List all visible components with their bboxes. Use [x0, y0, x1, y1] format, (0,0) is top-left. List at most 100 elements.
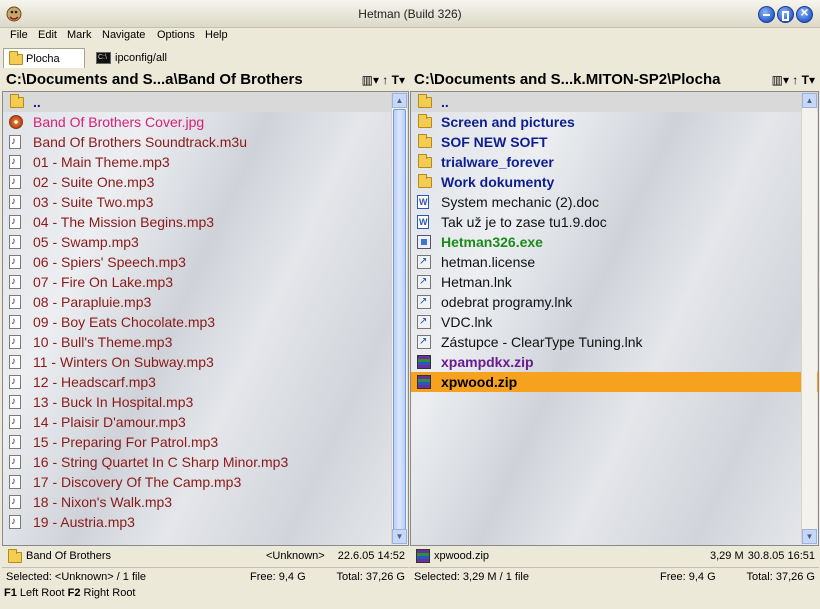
file-row[interactable]: 15 - Preparing For Patrol.mp3 [3, 432, 408, 452]
f2-shortcut[interactable]: F2 Right Root [68, 587, 136, 599]
file-name: Screen and pictures [441, 114, 575, 130]
left-file-list[interactable]: .. Band Of Brothers Cover.jpg Band Of Brot… [2, 91, 409, 546]
file-row[interactable]: Hetman.lnk [411, 272, 818, 292]
file-name: 14 - Plaisir D'amour.mp3 [33, 414, 186, 430]
close-button[interactable] [796, 4, 813, 23]
audio-file-icon [9, 272, 21, 292]
right-info-name: xpwood.zip [434, 550, 490, 562]
left-path[interactable]: C:\Documents and S...a\Band Of Brothers [6, 71, 303, 88]
file-row[interactable]: 02 - Suite One.mp3 [3, 172, 408, 192]
menu-help[interactable]: Help [205, 29, 228, 41]
file-row[interactable]: System mechanic (2).doc [411, 192, 818, 212]
audio-file-icon [9, 352, 21, 372]
file-row[interactable]: xpwood.zip [411, 372, 818, 392]
right-file-list[interactable]: .. Screen and pictures SOF NEW SOFT trialwa… [410, 91, 819, 546]
tab-label: ipconfig/all [115, 52, 167, 64]
file-name: Band Of Brothers Soundtrack.m3u [33, 134, 247, 150]
menu-file[interactable]: File [10, 29, 28, 41]
parent-directory-row[interactable]: .. [411, 92, 818, 112]
audio-file-icon [9, 432, 21, 452]
file-row[interactable]: Band Of Brothers Cover.jpg [3, 112, 408, 132]
maximize-button[interactable] [777, 6, 794, 23]
file-row[interactable]: 09 - Boy Eats Chocolate.mp3 [3, 312, 408, 332]
file-name: 16 - String Quartet In C Sharp Minor.mp3 [33, 454, 289, 470]
audio-file-icon [9, 252, 21, 272]
file-name: 06 - Spiers' Speech.mp3 [33, 254, 186, 270]
right-path[interactable]: C:\Documents and S...k.MITON-SP2\Plocha [414, 71, 720, 88]
minimize-button[interactable] [758, 6, 775, 23]
menu-edit[interactable]: Edit [38, 29, 57, 41]
file-row[interactable]: xpampdkx.zip [411, 352, 818, 372]
file-row[interactable]: 18 - Nixon's Walk.mp3 [3, 492, 408, 512]
left-panel: C:\Documents and S...a\Band Of Brothers … [2, 69, 409, 586]
file-row[interactable]: Zástupce - ClearType Tuning.lnk [411, 332, 818, 352]
scroll-thumb[interactable] [393, 109, 406, 530]
file-name: 03 - Suite Two.mp3 [33, 194, 154, 210]
file-name: System mechanic (2).doc [441, 194, 599, 210]
tab-strip: Plocha C:\ ipconfig/all [0, 46, 820, 68]
file-row[interactable]: 10 - Bull's Theme.mp3 [3, 332, 408, 352]
file-row[interactable]: Band Of Brothers Soundtrack.m3u [3, 132, 408, 152]
folder-icon [418, 154, 432, 168]
audio-file-icon [9, 292, 21, 312]
file-row[interactable]: Work dokumenty [411, 172, 818, 192]
file-name: xpwood.zip [441, 374, 518, 390]
menu-options[interactable]: Options [157, 29, 195, 41]
menu-navigate[interactable]: Navigate [102, 29, 145, 41]
file-row[interactable]: 04 - The Mission Begins.mp3 [3, 212, 408, 232]
file-name: trialware_forever [441, 154, 554, 170]
file-row[interactable]: 17 - Discovery Of The Camp.mp3 [3, 472, 408, 492]
tab-plocha[interactable]: Plocha [3, 48, 85, 68]
file-row[interactable]: 08 - Parapluie.mp3 [3, 292, 408, 312]
file-row[interactable]: 19 - Austria.mp3 [3, 512, 408, 532]
scroll-down-arrow-icon[interactable]: ▼ [392, 529, 407, 544]
file-name: xpampdkx.zip [441, 354, 534, 370]
file-row[interactable]: 03 - Suite Two.mp3 [3, 192, 408, 212]
file-name: 07 - Fire On Lake.mp3 [33, 274, 174, 290]
left-view-options[interactable]: ▥▾ ↑ T▾ [362, 73, 405, 87]
file-name: SOF NEW SOFT [441, 134, 548, 150]
file-row[interactable]: 14 - Plaisir D'amour.mp3 [3, 412, 408, 432]
right-selected-status: Selected: 3,29 M / 1 file [414, 571, 529, 583]
file-row[interactable]: Hetman326.exe [411, 232, 818, 252]
left-scrollbar[interactable]: ▲ ▼ [391, 93, 407, 544]
file-name: hetman.license [441, 254, 536, 270]
file-row[interactable]: 06 - Spiers' Speech.mp3 [3, 252, 408, 272]
file-row[interactable]: 07 - Fire On Lake.mp3 [3, 272, 408, 292]
file-row[interactable]: odebrat programy.lnk [411, 292, 818, 312]
file-name: 12 - Headscarf.mp3 [33, 374, 156, 390]
file-row[interactable]: Screen and pictures [411, 112, 818, 132]
right-panel: C:\Documents and S...k.MITON-SP2\Plocha … [410, 69, 819, 586]
license-file-icon [417, 252, 431, 272]
tab-ipconfig[interactable]: C:\ ipconfig/all [93, 48, 183, 68]
left-info-size: <Unknown> [266, 550, 325, 562]
file-row[interactable]: Tak už je to zase tu1.9.doc [411, 212, 818, 232]
file-row[interactable]: hetman.license [411, 252, 818, 272]
audio-file-icon [9, 132, 21, 152]
left-path-bar: C:\Documents and S...a\Band Of Brothers … [2, 69, 409, 91]
right-scrollbar[interactable]: ▲ ▼ [801, 93, 817, 544]
parent-directory-row[interactable]: .. [3, 92, 408, 112]
file-row[interactable]: 12 - Headscarf.mp3 [3, 372, 408, 392]
audio-file-icon [9, 452, 21, 472]
word-document-icon [417, 212, 429, 232]
file-row[interactable]: trialware_forever [411, 152, 818, 172]
right-view-options[interactable]: ▥▾ ↑ T▾ [772, 73, 815, 87]
file-row[interactable]: SOF NEW SOFT [411, 132, 818, 152]
file-row[interactable]: 01 - Main Theme.mp3 [3, 152, 408, 172]
scroll-down-arrow-icon[interactable]: ▼ [802, 529, 817, 544]
file-row[interactable]: 11 - Winters On Subway.mp3 [3, 352, 408, 372]
folder-icon [9, 51, 23, 65]
zip-archive-icon [416, 549, 430, 563]
menu-mark[interactable]: Mark [67, 29, 91, 41]
file-row[interactable]: 16 - String Quartet In C Sharp Minor.mp3 [3, 452, 408, 472]
file-row[interactable]: VDC.lnk [411, 312, 818, 332]
scroll-up-arrow-icon[interactable]: ▲ [802, 93, 817, 108]
file-row[interactable]: 13 - Buck In Hospital.mp3 [3, 392, 408, 412]
f1-shortcut[interactable]: F1 Left Root [4, 587, 65, 599]
file-name: Hetman326.exe [441, 234, 543, 250]
scroll-up-arrow-icon[interactable]: ▲ [392, 93, 407, 108]
file-name: 10 - Bull's Theme.mp3 [33, 334, 173, 350]
file-row[interactable]: 05 - Swamp.mp3 [3, 232, 408, 252]
file-name: 01 - Main Theme.mp3 [33, 154, 170, 170]
